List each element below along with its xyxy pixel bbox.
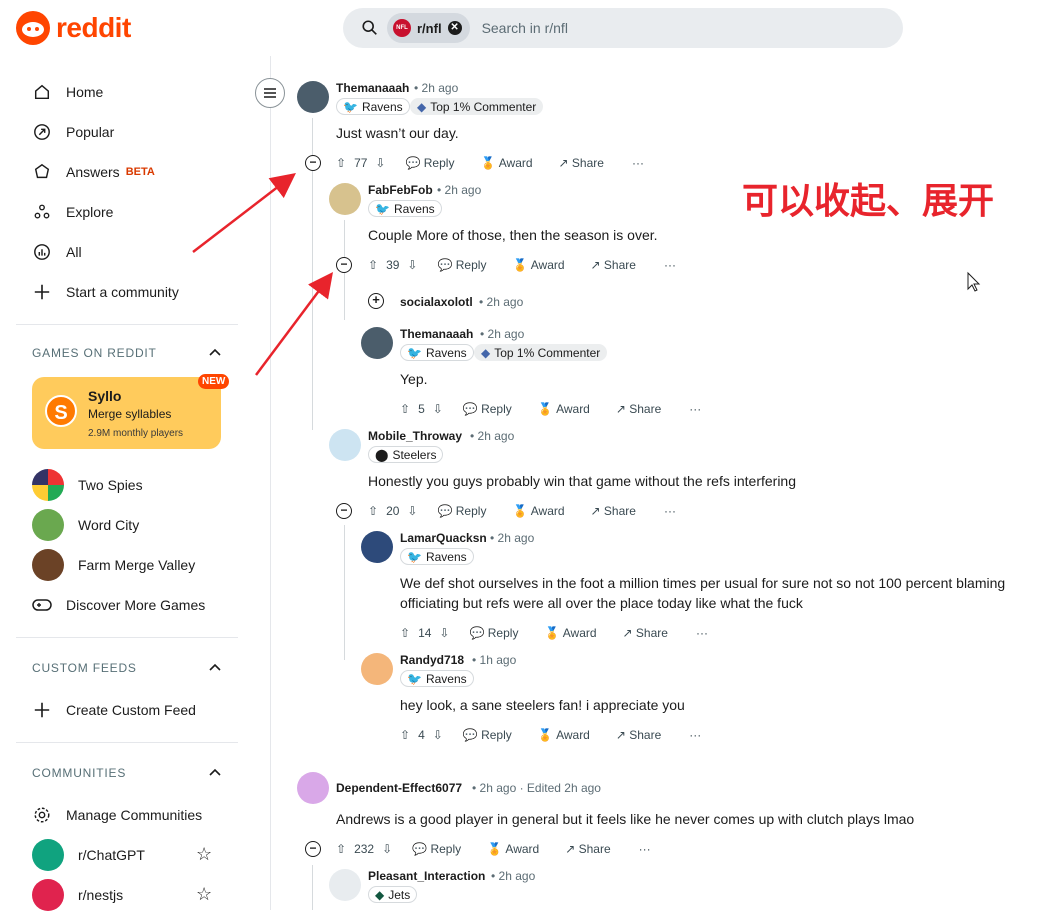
annotation-arrow xyxy=(254,271,333,376)
mouse-cursor-icon xyxy=(967,271,981,292)
annotation-arrow xyxy=(192,172,296,253)
annotation-arrows xyxy=(192,172,981,376)
annotation-text: 可以收起、展开 xyxy=(742,180,995,221)
